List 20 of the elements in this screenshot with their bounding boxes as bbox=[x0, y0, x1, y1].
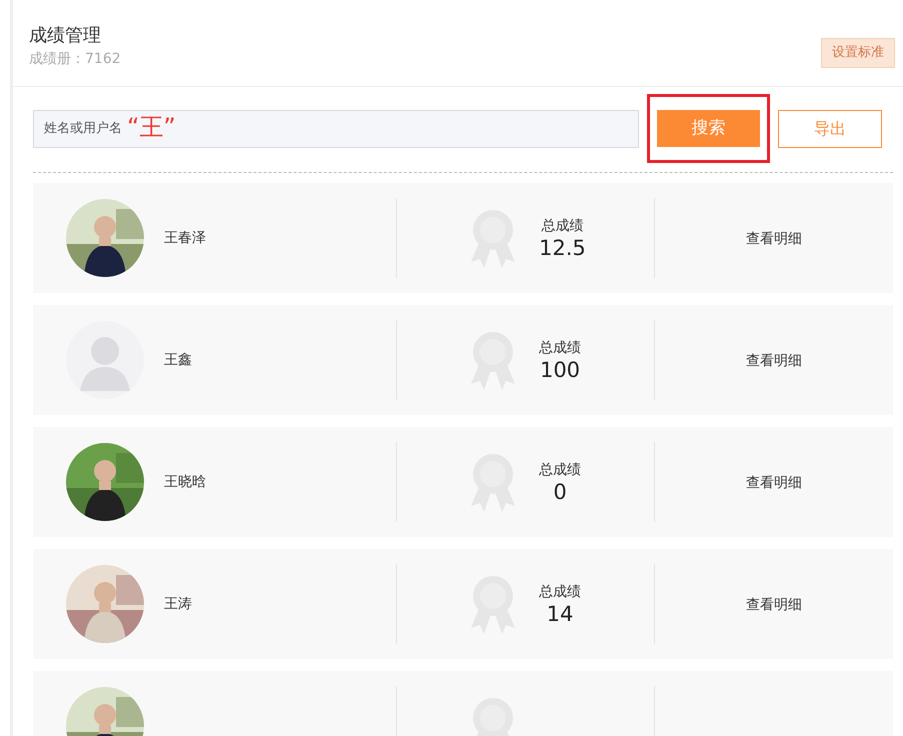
student-name: 王春泽 bbox=[164, 228, 206, 248]
student-name: 王晓晗 bbox=[164, 472, 206, 492]
gradebook-count: 成绩册：7162 bbox=[29, 50, 121, 69]
total-score: 100 bbox=[539, 358, 581, 382]
student-name: 王鑫 bbox=[164, 350, 192, 370]
total-score: 0 bbox=[552, 480, 568, 504]
score-label: 总成绩 bbox=[539, 582, 581, 602]
student-name: 王涛 bbox=[164, 594, 192, 614]
total-score: 14 bbox=[546, 602, 574, 626]
view-details-link[interactable]: 查看明细 bbox=[746, 597, 802, 613]
view-details-link[interactable]: 查看明细 bbox=[746, 353, 802, 369]
avatar-icon bbox=[66, 321, 144, 399]
score-label: 总成绩 bbox=[540, 216, 584, 236]
view-details-link[interactable]: 查看明细 bbox=[746, 231, 802, 247]
score-label: 总成绩 bbox=[539, 338, 581, 358]
annotation-text: “王” bbox=[127, 112, 176, 142]
score-label: 总成绩 bbox=[539, 460, 581, 480]
total-score: 12.5 bbox=[539, 236, 586, 260]
view-details-link[interactable]: 查看明细 bbox=[746, 475, 802, 491]
page-title: 成绩管理 bbox=[29, 24, 102, 48]
